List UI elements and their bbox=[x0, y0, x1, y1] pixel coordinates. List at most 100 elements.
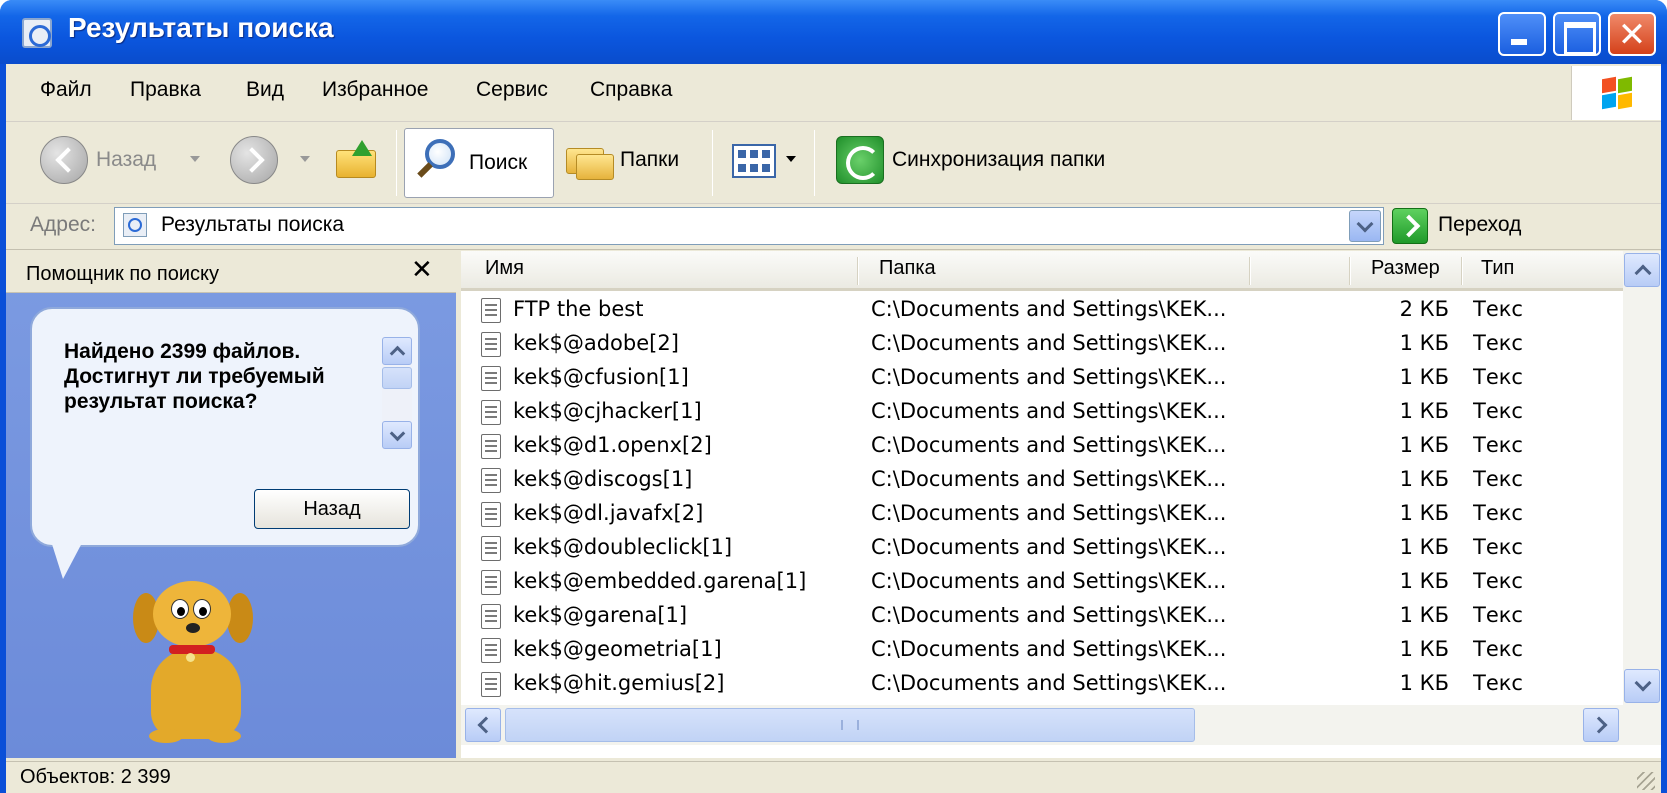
file-size: 1 КБ bbox=[1399, 365, 1449, 389]
close-button[interactable]: ✕ bbox=[1608, 12, 1656, 56]
resize-grip-icon[interactable] bbox=[1637, 772, 1655, 790]
file-type: Текс bbox=[1473, 535, 1523, 559]
text-file-icon bbox=[481, 434, 501, 459]
file-folder: C:\Documents and Settings\KEK... bbox=[871, 637, 1227, 661]
file-size: 1 КБ bbox=[1399, 671, 1449, 695]
explorer-window: Результаты поиска ✕ Файл Правка Вид Избр… bbox=[0, 0, 1667, 793]
status-text: Объектов: 2 399 bbox=[20, 766, 171, 788]
file-name: kek$@embedded.garena[1] bbox=[513, 569, 807, 593]
folders-icon[interactable] bbox=[566, 142, 616, 182]
column-divider[interactable] bbox=[857, 257, 859, 285]
column-divider[interactable] bbox=[1461, 257, 1463, 285]
file-folder: C:\Documents and Settings\KEK... bbox=[871, 501, 1227, 525]
assistant-speech-bubble: Найдено 2399 файлов. Достигнут ли требуе… bbox=[30, 307, 420, 547]
table-row[interactable]: kek$@geometria[1] C:\Documents and Settin… bbox=[461, 634, 1623, 667]
column-divider[interactable] bbox=[1249, 257, 1251, 285]
close-icon[interactable]: ✕ bbox=[411, 255, 433, 285]
file-size: 1 КБ bbox=[1399, 501, 1449, 525]
horizontal-scroll-thumb[interactable] bbox=[505, 708, 1195, 742]
horizontal-scrollbar[interactable] bbox=[461, 705, 1661, 745]
file-folder: C:\Documents and Settings\KEK... bbox=[871, 331, 1227, 355]
search-button[interactable]: Поиск bbox=[404, 128, 554, 198]
file-name: kek$@hit.gemius[2] bbox=[513, 671, 725, 695]
table-row[interactable]: kek$@dl.javafx[2] C:\Documents and Settin… bbox=[461, 498, 1623, 531]
file-name: kek$@cjhacker[1] bbox=[513, 399, 702, 423]
table-row[interactable]: kek$@cfusion[1] C:\Documents and Settings… bbox=[461, 362, 1623, 395]
table-row[interactable]: kek$@d1.openx[2] C:\Documents and Setting… bbox=[461, 430, 1623, 463]
text-file-icon bbox=[481, 570, 501, 595]
go-arrow-icon[interactable] bbox=[1392, 208, 1428, 244]
scroll-thumb[interactable] bbox=[382, 367, 412, 389]
menu-tools[interactable]: Сервис bbox=[476, 78, 548, 102]
sync-icon[interactable] bbox=[836, 136, 884, 184]
file-folder: C:\Documents and Settings\KEK... bbox=[871, 603, 1227, 627]
table-row[interactable]: kek$@cjhacker[1] C:\Documents and Setting… bbox=[461, 396, 1623, 429]
toolbar-separator bbox=[814, 130, 815, 196]
file-folder: C:\Documents and Settings\KEK... bbox=[871, 535, 1227, 559]
back-arrow-icon[interactable] bbox=[40, 136, 88, 184]
scroll-down-icon[interactable] bbox=[382, 421, 412, 449]
bubble-scrollbar[interactable] bbox=[382, 337, 412, 449]
file-rows: FTP the best C:\Documents and Settings\KE… bbox=[461, 293, 1623, 705]
views-dropdown-icon[interactable] bbox=[786, 156, 796, 162]
text-file-icon bbox=[481, 332, 501, 357]
title-bar[interactable]: Результаты поиска ✕ bbox=[0, 0, 1667, 64]
go-button-label[interactable]: Переход bbox=[1438, 213, 1521, 237]
scroll-up-icon[interactable] bbox=[382, 337, 412, 365]
scroll-up-icon[interactable] bbox=[1624, 253, 1660, 287]
assistant-back-button[interactable]: Назад bbox=[254, 489, 410, 529]
file-size: 1 КБ bbox=[1399, 569, 1449, 593]
maximize-button[interactable] bbox=[1553, 12, 1601, 56]
table-row[interactable]: kek$@garena[1] C:\Documents and Settings\… bbox=[461, 600, 1623, 633]
back-button-label[interactable]: Назад bbox=[96, 148, 156, 172]
menu-favorites[interactable]: Избранное bbox=[322, 78, 428, 102]
file-folder: C:\Documents and Settings\KEK... bbox=[871, 433, 1227, 457]
file-size: 1 КБ bbox=[1399, 433, 1449, 457]
table-row[interactable]: kek$@discogs[1] C:\Documents and Settings… bbox=[461, 464, 1623, 497]
file-type: Текс bbox=[1473, 433, 1523, 457]
minimize-button[interactable] bbox=[1498, 12, 1546, 56]
search-results-icon bbox=[22, 18, 52, 48]
list-header: Имя Папка Размер Тип bbox=[461, 251, 1661, 291]
text-file-icon bbox=[481, 502, 501, 527]
menu-file[interactable]: Файл bbox=[40, 78, 92, 102]
scroll-left-icon[interactable] bbox=[465, 708, 501, 742]
column-divider[interactable] bbox=[1349, 257, 1351, 285]
vertical-scrollbar[interactable] bbox=[1623, 251, 1661, 705]
scroll-down-icon[interactable] bbox=[1624, 669, 1660, 703]
file-type: Текс bbox=[1473, 671, 1523, 695]
folders-button-label[interactable]: Папки bbox=[620, 148, 679, 172]
table-row[interactable]: kek$@embedded.garena[1] C:\Documents and … bbox=[461, 566, 1623, 599]
file-folder: C:\Documents and Settings\KEK... bbox=[871, 365, 1227, 389]
menu-help[interactable]: Справка bbox=[590, 78, 672, 102]
menu-view[interactable]: Вид bbox=[246, 78, 284, 102]
back-dropdown-icon[interactable] bbox=[190, 156, 200, 162]
table-row[interactable]: kek$@adobe[2] C:\Documents and Settings\K… bbox=[461, 328, 1623, 361]
file-name: kek$@adobe[2] bbox=[513, 331, 679, 355]
column-header-name[interactable]: Имя bbox=[485, 257, 524, 280]
file-name: kek$@garena[1] bbox=[513, 603, 688, 627]
address-input[interactable]: Результаты поиска bbox=[114, 207, 1384, 245]
address-dropdown-icon[interactable] bbox=[1349, 210, 1381, 242]
menu-bar: Файл Правка Вид Избранное Сервис Справка bbox=[6, 64, 1661, 122]
close-icon: ✕ bbox=[1617, 15, 1647, 55]
column-header-type[interactable]: Тип bbox=[1481, 257, 1514, 280]
text-file-icon bbox=[481, 468, 501, 493]
forward-dropdown-icon[interactable] bbox=[300, 156, 310, 162]
search-assistant-pane: Помощник по поиску ✕ Найдено 2399 файлов… bbox=[6, 251, 456, 758]
search-button-label: Поиск bbox=[469, 151, 528, 174]
table-row[interactable]: kek$@hit.gemius[2] C:\Documents and Setti… bbox=[461, 668, 1623, 701]
views-icon[interactable] bbox=[732, 144, 776, 178]
up-folder-icon[interactable] bbox=[336, 140, 380, 180]
column-header-folder[interactable]: Папка bbox=[879, 257, 936, 280]
bubble-tail bbox=[51, 541, 83, 579]
table-row[interactable]: kek$@doubleclick[1] C:\Documents and Sett… bbox=[461, 532, 1623, 565]
column-header-size[interactable]: Размер bbox=[1371, 257, 1440, 280]
forward-arrow-icon[interactable] bbox=[230, 136, 278, 184]
table-row[interactable]: FTP the best C:\Documents and Settings\KE… bbox=[461, 294, 1623, 327]
status-bar: Объектов: 2 399 bbox=[6, 761, 1661, 793]
menu-edit[interactable]: Правка bbox=[130, 78, 201, 102]
scroll-right-icon[interactable] bbox=[1583, 708, 1619, 742]
search-dog-icon[interactable] bbox=[131, 581, 271, 746]
sync-button-label[interactable]: Синхронизация папки bbox=[892, 148, 1105, 172]
